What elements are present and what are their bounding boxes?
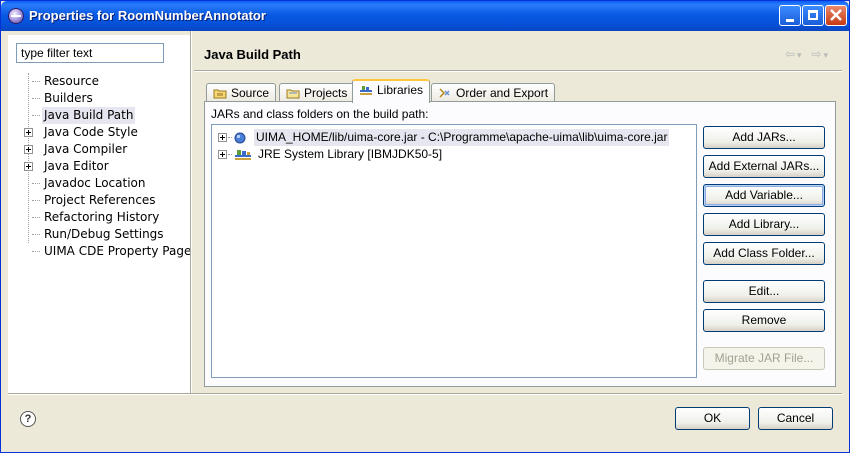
- tree-item-label: Refactoring History: [44, 210, 160, 224]
- filter-input[interactable]: [16, 43, 164, 63]
- add-jars-button[interactable]: Add JARs...: [703, 126, 825, 149]
- source-folder-icon: [213, 89, 227, 99]
- forward-menu-icon[interactable]: ▾: [823, 51, 828, 61]
- tree-item-label: Builders: [44, 91, 93, 105]
- property-pages-pane: Resource Builders Java Build PathJava Code…: [8, 35, 192, 393]
- list-item[interactable]: JRE System Library [IBMJDK50-5]: [218, 146, 688, 163]
- eclipse-icon: [8, 8, 24, 24]
- minimize-icon: [786, 19, 794, 22]
- order-export-icon: [439, 88, 450, 98]
- list-item[interactable]: UIMA_HOME/lib/uima-core.jar - C:\Program…: [218, 129, 688, 146]
- tree-connector: [32, 234, 40, 235]
- tree-item-label: Resource: [44, 74, 100, 88]
- migrate-jar-file-button: Migrate JAR File...: [703, 347, 825, 370]
- window-title: Properties for RoomNumberAnnotator: [29, 8, 266, 23]
- title-bar[interactable]: Properties for RoomNumberAnnotator: [1, 1, 849, 31]
- cancel-button[interactable]: Cancel: [758, 407, 833, 430]
- java-build-path-page: Java Build Path ⇦ ▾ ⇨ ▾ Source Projects Li…: [194, 35, 842, 393]
- tab-order-and-export[interactable]: Order and Export: [431, 83, 556, 102]
- minimize-button[interactable]: [779, 5, 801, 26]
- tab-libraries-label: Libraries: [377, 83, 424, 97]
- remove-button[interactable]: Remove: [703, 309, 825, 332]
- close-button[interactable]: [825, 5, 847, 26]
- title-separator: [194, 70, 842, 72]
- build-path-list[interactable]: UIMA_HOME/lib/uima-core.jar - C:\Program…: [211, 124, 697, 378]
- help-icon[interactable]: ?: [20, 411, 36, 427]
- tree-connector: [32, 183, 40, 184]
- list-item-label: UIMA_HOME/lib/uima-core.jar - C:\Program…: [254, 129, 670, 146]
- tree-connector: [32, 98, 40, 99]
- library-icon: [235, 150, 251, 160]
- expand-icon[interactable]: [24, 145, 33, 154]
- history-nav: ⇦ ▾ ⇨ ▾: [779, 47, 828, 61]
- dialog-body: ResourceBuildersJava Build PathJava Code…: [4, 31, 846, 451]
- jar-variable-icon: [234, 132, 246, 144]
- tree-item-label: Java Compiler: [44, 142, 128, 156]
- tree-guide-line: [28, 73, 29, 243]
- add-class-folder-button[interactable]: Add Class Folder...: [703, 242, 825, 265]
- forward-arrow-icon[interactable]: ⇨: [811, 47, 821, 61]
- maximize-button[interactable]: [802, 5, 824, 26]
- expand-icon[interactable]: [218, 150, 227, 159]
- tree-connector: [32, 115, 40, 116]
- edit-button[interactable]: Edit...: [703, 280, 825, 303]
- tab-projects[interactable]: Projects: [279, 83, 355, 102]
- tree-connector: [32, 217, 40, 218]
- tree-connector: [228, 154, 232, 155]
- libraries-panel: JARs and class folders on the build path…: [204, 101, 836, 387]
- tree-item-label: UIMA CDE Property Page: [44, 244, 192, 258]
- libraries-icon: [360, 86, 372, 95]
- tree-item-label: Run/Debug Settings: [44, 227, 164, 241]
- pane-divider[interactable]: [190, 31, 192, 393]
- properties-dialog: Properties for RoomNumberAnnotator Resou…: [0, 0, 850, 453]
- page-title: Java Build Path: [204, 47, 301, 62]
- maximize-icon: [808, 10, 818, 20]
- expand-icon[interactable]: [218, 133, 227, 142]
- tab-source-label: Source: [231, 86, 270, 100]
- expand-icon[interactable]: [24, 162, 33, 171]
- footer-separator: [8, 393, 842, 395]
- tab-order-export-label: Order and Export: [456, 86, 549, 100]
- tab-source[interactable]: Source: [206, 83, 277, 102]
- tree-item-label: Java Editor: [44, 159, 109, 173]
- add-variable-button[interactable]: Add Variable...: [703, 184, 825, 207]
- projects-icon: [286, 89, 300, 99]
- tree-connector: [32, 251, 40, 252]
- add-library-button[interactable]: Add Library...: [703, 213, 825, 236]
- tab-projects-label: Projects: [304, 86, 348, 100]
- add-external-jars-button[interactable]: Add External JARs...: [703, 155, 825, 178]
- tree-item-label: Javadoc Location: [44, 176, 146, 190]
- tab-libraries[interactable]: Libraries: [352, 79, 431, 103]
- close-icon: [830, 9, 842, 21]
- tree-item-label: Project References: [44, 193, 156, 207]
- libraries-heading: JARs and class folders on the build path…: [211, 107, 429, 121]
- expand-icon[interactable]: [24, 128, 33, 137]
- list-item-label: JRE System Library [IBMJDK50-5]: [258, 147, 443, 161]
- ok-button[interactable]: OK: [675, 407, 750, 430]
- back-arrow-icon[interactable]: ⇦: [785, 47, 795, 61]
- back-menu-icon[interactable]: ▾: [797, 51, 802, 61]
- tree-item-label: Java Code Style: [44, 125, 138, 139]
- tree-connector: [32, 81, 40, 82]
- tree-connector: [32, 200, 40, 201]
- tree-item-label: Java Build Path: [42, 107, 136, 124]
- tree-connector: [228, 137, 232, 138]
